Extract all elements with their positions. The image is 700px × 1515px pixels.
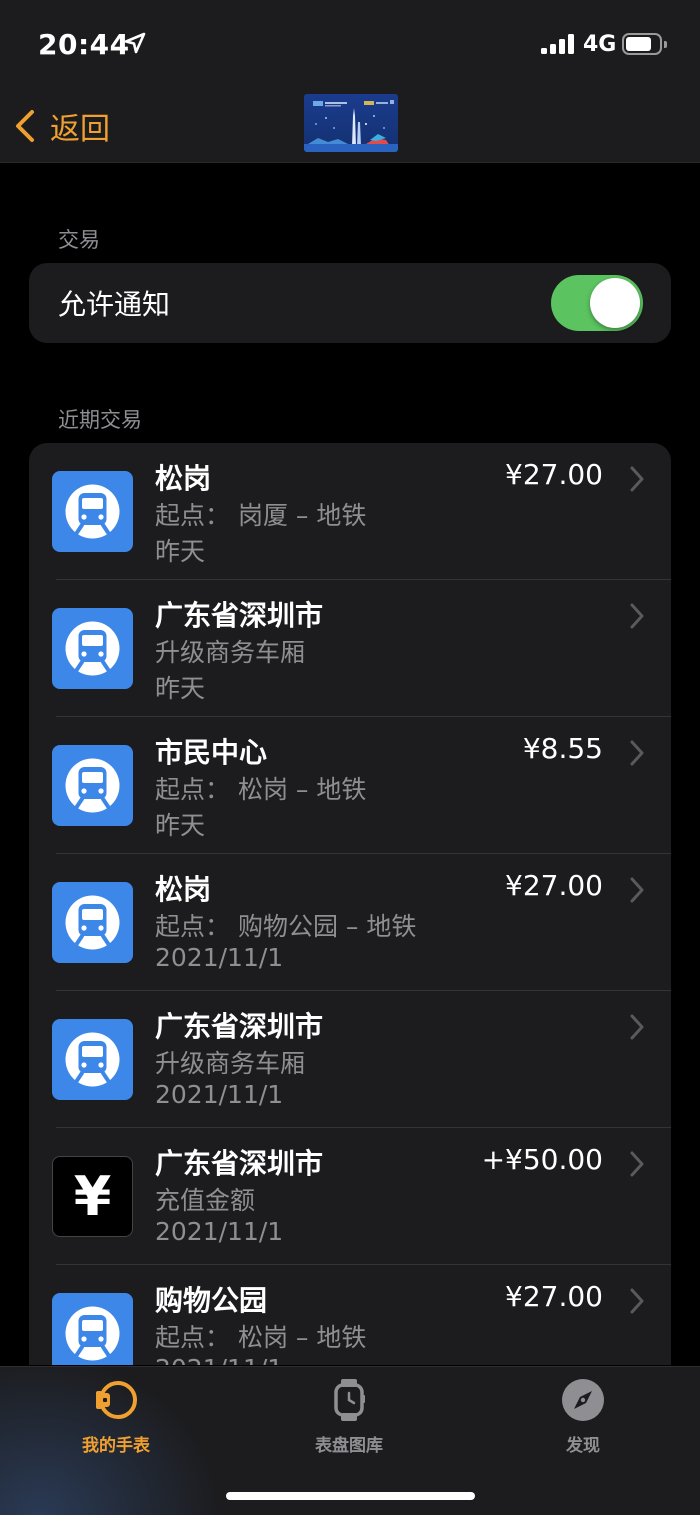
chevron-right-icon bbox=[630, 466, 644, 492]
metro-train-icon bbox=[52, 471, 133, 552]
yen-icon: ¥ bbox=[52, 1156, 133, 1237]
tab-face-gallery[interactable]: 表盘图库 bbox=[279, 1377, 419, 1456]
transaction-date: 昨天 bbox=[155, 537, 206, 566]
transaction-row[interactable]: 广东省深圳市 升级商务车厢 2021/11/1 bbox=[29, 991, 671, 1128]
chevron-left-icon bbox=[16, 110, 34, 142]
metro-train-icon bbox=[52, 882, 133, 963]
yen-symbol: ¥ bbox=[73, 1165, 112, 1228]
tab-label: 发现 bbox=[566, 1436, 600, 1456]
transaction-title: 广东省深圳市 bbox=[155, 599, 324, 632]
transaction-subtitle: 升级商务车厢 bbox=[155, 638, 306, 667]
tab-discover[interactable]: 发现 bbox=[513, 1377, 653, 1456]
transaction-row[interactable]: 购物公园 起点： 松岗 – 地铁 2021/11/1 ¥27.00 bbox=[29, 1265, 671, 1365]
transaction-date: 2021/11/1 bbox=[155, 1217, 284, 1246]
recent-transactions-header: 近期交易 bbox=[58, 408, 142, 432]
chevron-right-icon bbox=[630, 1151, 644, 1177]
transaction-title: 松岗 bbox=[155, 873, 212, 906]
home-indicator bbox=[226, 1492, 475, 1500]
notifications-group: 允许通知 bbox=[29, 263, 671, 343]
network-type: 4G bbox=[583, 32, 617, 57]
transaction-subtitle: 起点： 松岗 – 地铁 bbox=[155, 1323, 367, 1352]
allow-notifications-toggle[interactable] bbox=[551, 275, 643, 331]
chevron-right-icon bbox=[630, 740, 644, 766]
battery-icon bbox=[622, 33, 667, 55]
transaction-date: 2021/11/1 bbox=[155, 1354, 283, 1365]
transaction-subtitle: 升级商务车厢 bbox=[155, 1049, 306, 1078]
transaction-amount: ¥27.00 bbox=[505, 1280, 603, 1313]
transaction-subtitle: 充值金额 bbox=[155, 1186, 256, 1215]
transaction-date: 昨天 bbox=[155, 811, 206, 840]
transaction-title: 购物公园 bbox=[155, 1284, 268, 1317]
transaction-subtitle: 起点： 松岗 – 地铁 bbox=[155, 775, 367, 804]
transaction-title: 市民中心 bbox=[155, 736, 268, 769]
tab-my-watch[interactable]: 我的手表 bbox=[46, 1377, 186, 1456]
chevron-right-icon bbox=[630, 877, 644, 903]
transaction-row[interactable]: 松岗 起点： 购物公园 – 地铁 2021/11/1 ¥27.00 bbox=[29, 854, 671, 991]
metro-train-icon bbox=[52, 1293, 133, 1365]
location-arrow-icon bbox=[124, 32, 146, 54]
chevron-right-icon bbox=[630, 1288, 644, 1314]
transaction-row[interactable]: 市民中心 起点： 松岗 – 地铁 昨天 ¥8.55 bbox=[29, 717, 671, 854]
transaction-amount: ¥27.00 bbox=[505, 869, 603, 902]
transaction-title: 广东省深圳市 bbox=[155, 1147, 324, 1180]
watch-face-icon bbox=[334, 1379, 365, 1421]
recent-transactions-list: 松岗 起点： 岗厦 – 地铁 昨天 ¥27.00 广东省深圳市 升级商务车厢 昨… bbox=[29, 443, 671, 1365]
watch-icon bbox=[96, 1381, 137, 1419]
transaction-date: 2021/11/1 bbox=[155, 1080, 284, 1109]
cellular-signal-icon bbox=[541, 34, 575, 54]
metro-train-icon bbox=[52, 745, 133, 826]
allow-notifications-row: 允许通知 bbox=[29, 263, 671, 343]
status-time: 20:44 bbox=[38, 28, 130, 61]
transaction-amount: +¥50.00 bbox=[481, 1143, 603, 1176]
transit-card-image bbox=[304, 94, 398, 152]
toggle-knob bbox=[590, 278, 640, 328]
chevron-right-icon bbox=[630, 1014, 644, 1040]
tab-label: 表盘图库 bbox=[315, 1436, 383, 1456]
allow-notifications-label: 允许通知 bbox=[58, 288, 171, 321]
transaction-amount: ¥27.00 bbox=[505, 458, 603, 491]
status-bar: 20:44 4G bbox=[0, 0, 700, 90]
navigation-bar: 返回 bbox=[0, 90, 700, 163]
compass-icon bbox=[562, 1379, 604, 1421]
transaction-row[interactable]: 广东省深圳市 升级商务车厢 昨天 bbox=[29, 580, 671, 717]
transaction-subtitle: 起点： 岗厦 – 地铁 bbox=[155, 501, 367, 530]
back-label: 返回 bbox=[50, 112, 110, 147]
transaction-date: 2021/11/1 bbox=[155, 943, 284, 972]
back-button[interactable]: 返回 bbox=[14, 106, 110, 147]
transaction-date: 昨天 bbox=[155, 674, 206, 703]
transaction-title: 松岗 bbox=[155, 462, 212, 495]
transaction-title: 广东省深圳市 bbox=[155, 1010, 324, 1043]
metro-train-icon bbox=[52, 1019, 133, 1100]
metro-train-icon bbox=[52, 608, 133, 689]
transaction-amount: ¥8.55 bbox=[522, 732, 603, 765]
tab-label: 我的手表 bbox=[82, 1436, 150, 1456]
transaction-row[interactable]: 松岗 起点： 岗厦 – 地铁 昨天 ¥27.00 bbox=[29, 443, 671, 580]
transaction-row[interactable]: ¥ 广东省深圳市 充值金额 2021/11/1 +¥50.00 bbox=[29, 1128, 671, 1265]
chevron-right-icon bbox=[630, 603, 644, 629]
transactions-section-header: 交易 bbox=[58, 228, 100, 252]
transaction-subtitle: 起点： 购物公园 – 地铁 bbox=[155, 912, 417, 941]
